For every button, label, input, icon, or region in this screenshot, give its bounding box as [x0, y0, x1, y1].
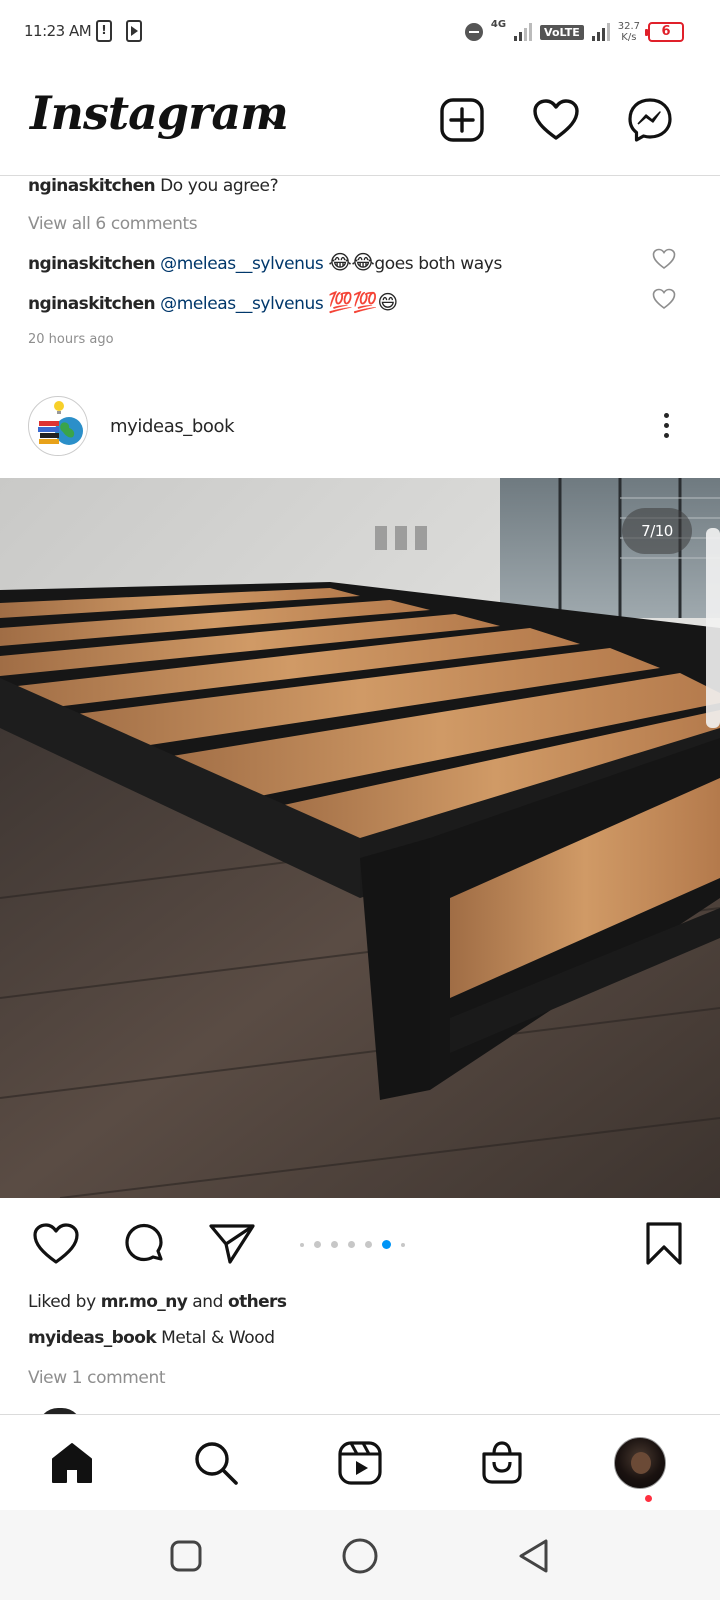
comment-like-heart-icon[interactable]	[652, 248, 676, 270]
speed-unit: K/s	[621, 32, 637, 43]
bottom-nav	[0, 1414, 720, 1510]
liked-by-prefix: Liked by	[28, 1292, 96, 1312]
comment-username[interactable]: nginaskitchen	[28, 254, 156, 274]
network-speed: 32.7 K/s	[618, 21, 640, 43]
nav-reels[interactable]	[332, 1435, 388, 1491]
carousel-counter: 7/10	[622, 508, 692, 554]
comment-username[interactable]: nginaskitchen	[28, 294, 156, 314]
home-icon	[52, 1443, 92, 1483]
liked-by-others[interactable]: others	[228, 1292, 287, 1312]
volte-badge: VoLTE	[540, 24, 584, 40]
caption-text: Metal & Wood	[161, 1328, 275, 1348]
view-all-comments-link[interactable]: View all 6 comments	[28, 214, 198, 234]
myideas-logo-image	[30, 398, 87, 455]
comment-emoji: 😂😂	[328, 250, 375, 274]
like-button[interactable]	[30, 1218, 82, 1270]
post-timestamp: 20 hours ago	[28, 332, 114, 347]
status-time: 11:23 AM	[24, 22, 92, 40]
alert-notification-icon: !	[96, 20, 112, 42]
status-indicators: 4G VoLTE 32.7 K/s 6	[464, 16, 684, 48]
plus-square-icon	[440, 98, 484, 142]
app-header: Instagram	[0, 64, 720, 176]
comment-emoji: 💯💯😄	[328, 290, 398, 314]
system-navigation	[0, 1510, 720, 1600]
heart-icon	[33, 1223, 79, 1264]
heart-icon	[533, 99, 579, 140]
liked-by-and: and	[192, 1292, 223, 1312]
send-paper-plane-icon	[209, 1224, 255, 1264]
messenger-icon	[628, 98, 672, 142]
comment-mention[interactable]: @meleas__sylvenus	[160, 254, 324, 274]
notification-dot	[645, 1495, 652, 1502]
search-icon	[195, 1442, 238, 1485]
back-triangle-icon	[519, 1539, 548, 1573]
post-header: myideas_book	[0, 392, 720, 466]
share-button[interactable]	[206, 1218, 258, 1270]
back-system-button[interactable]	[512, 1534, 556, 1578]
profile-avatar	[614, 1437, 666, 1489]
battery-indicator: 6	[645, 22, 684, 42]
caption-text: Do you agree?	[160, 176, 279, 196]
comment-row: nginaskitchen @meleas__sylvenus 💯💯😄	[28, 290, 398, 314]
recent-apps-button[interactable]	[164, 1534, 208, 1578]
bed-frame-photo	[0, 478, 720, 1198]
active-dot	[382, 1240, 391, 1249]
signal-bars-icon-2	[591, 23, 610, 41]
previous-post-caption: nginaskitchen Do you agree?	[28, 176, 279, 196]
messenger-button[interactable]	[626, 96, 674, 144]
media-notification-icon	[126, 20, 142, 42]
likes-summary: Liked by mr.mo_ny and others	[28, 1292, 287, 1312]
comment-row: nginaskitchen @meleas__sylvenus 😂😂goes b…	[28, 250, 502, 274]
new-post-button[interactable]	[438, 96, 486, 144]
square-icon	[170, 1540, 202, 1572]
carousel-dots	[300, 1240, 405, 1249]
instagram-logo[interactable]: Instagram	[30, 86, 289, 140]
shop-bag-icon	[482, 1441, 522, 1484]
bookmark-icon	[646, 1222, 682, 1265]
comment-button[interactable]	[118, 1218, 170, 1270]
liked-by-user[interactable]: mr.mo_ny	[101, 1292, 188, 1312]
do-not-disturb-icon	[464, 23, 483, 41]
caption-username[interactable]: myideas_book	[28, 1328, 157, 1348]
network-type: 4G	[490, 18, 507, 30]
nav-home[interactable]	[44, 1435, 100, 1491]
status-bar: 11:23 AM ! 4G VoLTE 32.7 K/s 6	[0, 0, 720, 64]
activity-button[interactable]	[532, 96, 580, 144]
speed-value: 32.7	[617, 21, 640, 32]
nav-shop[interactable]	[474, 1435, 530, 1491]
view-comments-link[interactable]: View 1 comment	[28, 1368, 166, 1388]
post-username[interactable]: myideas_book	[110, 416, 235, 437]
circle-icon	[342, 1538, 378, 1574]
comment-like-heart-icon[interactable]	[652, 288, 676, 310]
comment-text: goes both ways	[374, 254, 502, 274]
chevron-down-icon[interactable]	[264, 114, 284, 128]
comment-mention[interactable]: @meleas__sylvenus	[160, 294, 324, 314]
post-avatar[interactable]	[28, 396, 88, 456]
post-actions	[0, 1214, 720, 1274]
save-button[interactable]	[638, 1218, 690, 1270]
nav-profile[interactable]	[612, 1435, 668, 1491]
home-system-button[interactable]	[338, 1534, 382, 1578]
comment-bubble-icon	[125, 1223, 163, 1262]
caption-username[interactable]: nginaskitchen	[28, 176, 156, 196]
nav-search[interactable]	[188, 1435, 244, 1491]
reels-icon	[338, 1441, 382, 1485]
post-photo[interactable]: 7/10	[0, 478, 720, 1198]
post-options-button[interactable]	[660, 408, 672, 448]
signal-bars-icon	[514, 23, 533, 41]
post-caption: myideas_book Metal & Wood	[28, 1328, 275, 1348]
